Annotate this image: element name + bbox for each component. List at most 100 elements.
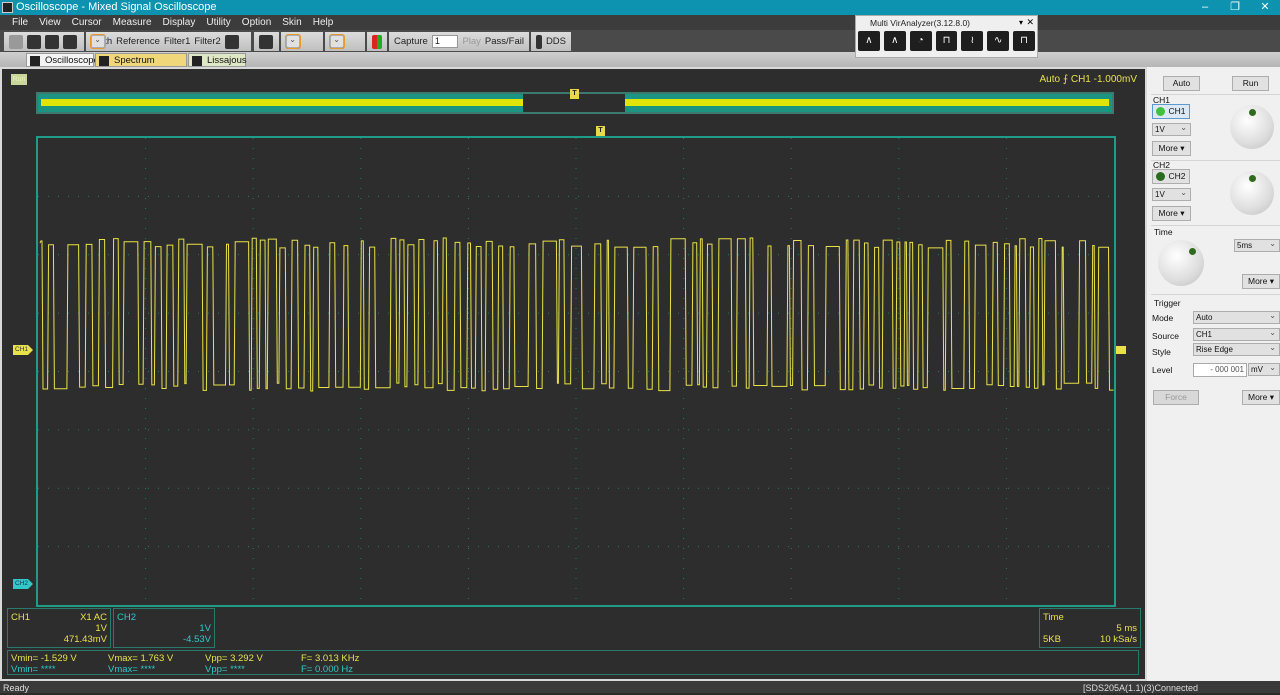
line-draw-icon[interactable]	[329, 34, 345, 49]
tab-label: Oscilloscope	[45, 55, 99, 66]
overview-trigger-marker[interactable]: T	[570, 89, 579, 99]
ch2-more-button[interactable]: More ▾	[1152, 206, 1191, 221]
trigger-section-label: Trigger	[1154, 298, 1181, 308]
scope-area: Run Auto ⨍ CH1 -1.000mV T T CH1 CH2 CH1 …	[0, 67, 1147, 681]
ch1-probe: X1 AC	[80, 612, 107, 623]
ch2-volt-knob[interactable]	[1230, 171, 1274, 215]
maximize-button[interactable]: ❐	[1220, 0, 1250, 15]
waveform-screen[interactable]	[36, 136, 1116, 607]
close-button[interactable]: ✕	[1250, 0, 1280, 15]
menu-measure[interactable]: Measure	[113, 15, 152, 30]
memory-depth: 5KB	[1043, 634, 1061, 645]
pulse-icon[interactable]: ⊓	[935, 31, 958, 51]
settings-icon[interactable]	[63, 34, 77, 49]
menu-skin[interactable]: Skin	[282, 15, 301, 30]
toolbar: MathReferenceFilter1Filter2 Capture1Play…	[0, 30, 1280, 52]
menu-cursor[interactable]: Cursor	[72, 15, 102, 30]
dds-icon	[536, 34, 542, 49]
menu-utility[interactable]: Utility	[206, 15, 230, 30]
spectrum-icon	[99, 56, 109, 66]
reference-button[interactable]: Reference	[116, 36, 160, 47]
tab-bar: Oscilloscope Spectrum Analyzer Lissajous	[0, 52, 1280, 80]
dds-button[interactable]: DDS	[546, 36, 566, 47]
filter1-button[interactable]: Filter1	[164, 36, 190, 47]
zoom-icon[interactable]	[285, 34, 301, 49]
wave-icon[interactable]: ≀	[961, 31, 984, 51]
ch2-scale: 1V	[199, 623, 211, 634]
ch1-vmax: Vmax= 1.763 V	[108, 653, 174, 664]
single-view-icon[interactable]	[224, 34, 239, 49]
time-knob[interactable]	[1158, 240, 1204, 286]
spectrum-p-icon[interactable]: ∧	[883, 31, 906, 51]
menu-file[interactable]: File	[12, 15, 28, 30]
ch2-info-box[interactable]: CH2 1V -4.53V	[113, 608, 215, 648]
ch1-offset: 471.43mV	[63, 634, 107, 645]
spectrum-s-icon[interactable]: ∧	[858, 31, 880, 51]
ch2-toggle-label: CH2	[1168, 171, 1186, 181]
ch1-volt-select[interactable]: 1V	[1152, 122, 1191, 136]
ch1-level-marker[interactable]: CH1	[13, 345, 33, 355]
lissajous-icon	[192, 56, 202, 66]
trigger-source-label: Source	[1152, 331, 1179, 341]
run-indicator[interactable]: Run	[11, 74, 27, 85]
ch2-frequency: F= 0.000 Hz	[301, 664, 354, 675]
peak-icon[interactable]: ∿	[987, 31, 1010, 51]
tab-oscilloscope[interactable]: Oscilloscope	[26, 53, 99, 67]
time-select[interactable]: 5ms	[1234, 238, 1280, 252]
menu-display[interactable]: Display	[163, 15, 196, 30]
trigger-status: Auto ⨍ CH1 -1.000mV	[1039, 74, 1137, 85]
ch1-more-button[interactable]: More ▾	[1152, 141, 1191, 156]
trigger-source-select[interactable]: CH1	[1193, 327, 1280, 341]
capture-count-input[interactable]: 1	[431, 35, 459, 48]
time-more-button[interactable]: More ▾	[1242, 274, 1280, 289]
split-view-icon[interactable]	[90, 34, 106, 49]
menu-help[interactable]: Help	[313, 15, 334, 30]
filter-icon[interactable]: ⊓	[1013, 31, 1036, 51]
trigger-mode-select[interactable]: Auto	[1193, 310, 1280, 324]
title-bar: Oscilloscope - Mixed Signal Oscilloscope…	[0, 0, 1280, 15]
menu-view[interactable]: View	[39, 15, 61, 30]
ch2-toggle-button[interactable]: CH2	[1152, 169, 1190, 184]
analyzer-icon[interactable]: ◔	[909, 31, 932, 51]
color-icon[interactable]	[372, 34, 382, 49]
auto-set-icon[interactable]	[259, 34, 273, 49]
play-button[interactable]: Play	[462, 36, 480, 47]
help-icon[interactable]	[45, 34, 59, 49]
ch2-info-name: CH2	[117, 612, 137, 623]
ch2-offset: -4.53V	[183, 634, 211, 645]
ch1-volt-knob[interactable]	[1230, 105, 1274, 149]
oscilloscope-icon	[30, 56, 40, 66]
minimize-button[interactable]: –	[1190, 0, 1220, 15]
trigger-position-marker[interactable]: T	[596, 126, 605, 136]
ch1-toggle-label: CH1	[1168, 106, 1186, 116]
trigger-style-label: Style	[1152, 347, 1171, 357]
trigger-more-button[interactable]: More ▾	[1242, 390, 1280, 405]
ch1-info-box[interactable]: CH1 X1 AC 1V 471.43mV	[7, 608, 111, 648]
force-trigger-button[interactable]: Force	[1153, 390, 1199, 405]
trigger-style-select[interactable]: Rise Edge	[1193, 342, 1280, 356]
pass-fail-button[interactable]: Pass/Fail	[485, 36, 524, 47]
close-icon[interactable]: ✕	[1026, 17, 1034, 28]
trigger-level-unit-select[interactable]: mV	[1248, 362, 1280, 376]
tab-spectrum-analyzer[interactable]: Spectrum Analyzer	[95, 53, 187, 80]
trigger-level-label: Level	[1152, 365, 1173, 375]
measurement-bar: Vmin= -1.529 V Vmax= 1.763 V Vpp= 3.292 …	[7, 650, 1139, 675]
auto-button[interactable]: Auto	[1163, 76, 1200, 91]
ch1-toggle-button[interactable]: CH1	[1152, 104, 1190, 119]
ch2-level-marker[interactable]: CH2	[13, 579, 33, 589]
ch2-vmin: Vmin= ****	[11, 664, 56, 675]
trigger-level-input[interactable]: - 000 001	[1193, 363, 1247, 377]
save-icon[interactable]	[27, 34, 41, 49]
trigger-mode-label: Mode	[1152, 313, 1174, 323]
ch2-led-icon	[1156, 172, 1165, 181]
trigger-level-marker[interactable]	[1116, 346, 1126, 354]
filter2-button[interactable]: Filter2	[194, 36, 220, 47]
time-info-box[interactable]: Time 5 ms 5KB 10 kSa/s	[1039, 608, 1141, 648]
menu-option[interactable]: Option	[242, 15, 271, 30]
open-icon[interactable]	[9, 34, 23, 49]
ch2-volt-select[interactable]: 1V	[1152, 187, 1191, 201]
dropdown-icon[interactable]: ▾	[1019, 18, 1023, 27]
tab-lissajous[interactable]: Lissajous	[188, 53, 247, 67]
run-button[interactable]: Run	[1232, 76, 1269, 91]
status-bar: Ready [SDS205A(1.1)(3)Connected	[0, 681, 1280, 693]
